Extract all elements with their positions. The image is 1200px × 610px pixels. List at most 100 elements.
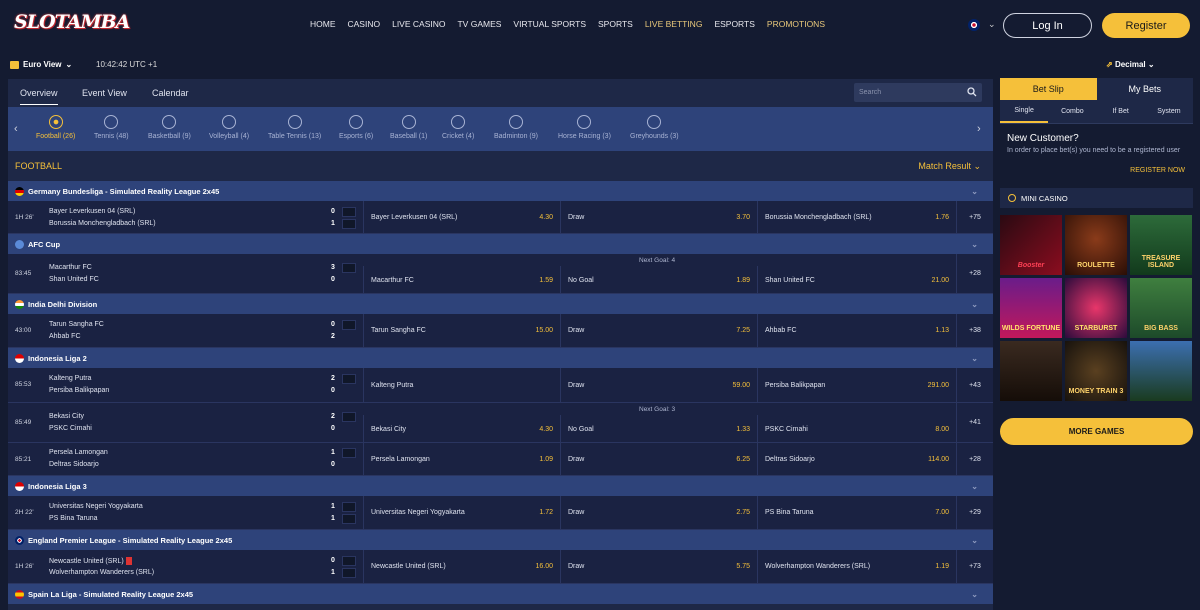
bet-type-system[interactable]: System: [1145, 100, 1193, 123]
odd-home[interactable]: Tarun Sangha FC 15.00: [363, 314, 560, 347]
league-header[interactable]: Germany Bundesliga - Simulated Reality L…: [8, 181, 993, 201]
nav-tv-games[interactable]: TV GAMES: [457, 19, 501, 29]
game-tile[interactable]: STARBURST: [1065, 278, 1127, 338]
odd-home[interactable]: Bayer Leverkusen 04 (SRL) 4.30: [363, 201, 560, 233]
bet-type-single[interactable]: Single: [1000, 100, 1049, 123]
odd-home[interactable]: Bekasi City 4.30: [363, 415, 560, 443]
league-header[interactable]: Spain La Liga - Simulated Reality League…: [8, 584, 993, 604]
odds-format-selector[interactable]: ⇗ Decimal ⌄: [1106, 60, 1155, 69]
odd-home[interactable]: Kalteng Putra: [363, 368, 560, 402]
bet-type-combo[interactable]: Combo: [1048, 100, 1096, 123]
bet-type-if-bet[interactable]: If Bet: [1097, 100, 1145, 123]
match-row[interactable]: 43:00 Tarun Sangha FC Ahbab FC 0 2 Tarun…: [8, 314, 993, 348]
more-markets-button[interactable]: +73: [956, 550, 993, 583]
pitch-icon[interactable]: [342, 374, 356, 384]
more-markets-button[interactable]: +28: [956, 254, 993, 293]
nav-sports[interactable]: SPORTS: [598, 19, 633, 29]
more-markets-button[interactable]: +75: [956, 201, 993, 233]
brand-logo[interactable]: SLOTAMBA: [14, 11, 130, 41]
odd-away[interactable]: Persiba Balikpapan 291.00: [757, 368, 956, 402]
uk-flag-icon[interactable]: [968, 19, 980, 31]
tab-my-bets[interactable]: My Bets: [1096, 78, 1193, 100]
sport-tennis[interactable]: Tennis (48): [94, 115, 129, 140]
pitch-icon[interactable]: [342, 448, 356, 458]
league-header[interactable]: AFC Cup ⌄: [8, 234, 993, 254]
game-tile[interactable]: WILDS FORTUNE: [1000, 278, 1062, 338]
league-header[interactable]: England Premier League - Simulated Reali…: [8, 530, 993, 550]
sport-basketball[interactable]: Basketball (9): [148, 115, 191, 140]
nav-casino[interactable]: CASINO: [348, 19, 381, 29]
sport-volleyball[interactable]: Volleyball (4): [209, 115, 249, 140]
odd-away[interactable]: Borussia Monchengladbach (SRL) 1.76: [757, 201, 956, 233]
more-markets-button[interactable]: +41: [956, 403, 993, 442]
odd-draw[interactable]: Draw 7.25: [560, 314, 757, 347]
match-row[interactable]: 1H 26' Newcastle United (SRL) Wolverhamp…: [8, 550, 993, 584]
odd-home[interactable]: Macarthur FC 1.59: [363, 266, 560, 294]
market-selector[interactable]: Match Result ⌄: [918, 161, 981, 172]
sport-esports[interactable]: Esports (6): [339, 115, 373, 140]
league-header[interactable]: India Delhi Division ⌄: [8, 294, 993, 314]
pitch-icon[interactable]: [342, 412, 356, 422]
match-row[interactable]: 85:21 Persela Lamongan Deltras Sidoarjo …: [8, 443, 993, 476]
sport-cricket[interactable]: Cricket (4): [442, 115, 474, 140]
nav-promotions[interactable]: PROMOTIONS: [767, 19, 825, 29]
odd-nogoal[interactable]: No Goal 1.33: [560, 415, 757, 443]
game-tile[interactable]: ROULETTE: [1065, 215, 1127, 275]
match-row[interactable]: 85:53 Kalteng Putra Persiba Balikpapan 2…: [8, 368, 993, 403]
sport-baseball[interactable]: Baseball (1): [390, 115, 427, 140]
nav-esports[interactable]: ESPORTS: [714, 19, 754, 29]
chevron-right-icon[interactable]: ›: [977, 123, 981, 135]
odd-draw[interactable]: Draw 3.70: [560, 201, 757, 233]
more-markets-button[interactable]: +29: [956, 496, 993, 529]
game-tile[interactable]: MONEY TRAIN 3: [1065, 341, 1127, 401]
euro-view-selector[interactable]: Euro View ⌄: [10, 60, 72, 69]
odd-draw[interactable]: Draw 59.00: [560, 368, 757, 402]
sport-greyhounds[interactable]: Greyhounds (3): [630, 115, 679, 140]
odd-away[interactable]: PS Bina Taruna 7.00: [757, 496, 956, 529]
tab-bet-slip[interactable]: Bet Slip: [1000, 78, 1097, 100]
search-input[interactable]: Search: [854, 83, 982, 102]
odd-home[interactable]: Persela Lamongan 1.09: [363, 443, 560, 475]
game-tile[interactable]: TREASURE ISLAND: [1130, 215, 1192, 275]
match-row[interactable]: 83:45 Macarthur FC Shan United FC 3 0 Ne…: [8, 254, 993, 294]
odd-draw[interactable]: Draw 5.75: [560, 550, 757, 583]
nav-live-betting[interactable]: LIVE BETTING: [645, 19, 703, 29]
chevron-down-icon[interactable]: ⌄: [988, 19, 996, 30]
pitch-icon[interactable]: [342, 320, 356, 330]
register-now-link[interactable]: REGISTER NOW: [1130, 167, 1185, 174]
odd-away[interactable]: Ahbab FC 1.13: [757, 314, 956, 347]
match-row[interactable]: 1H 26' Bayer Leverkusen 04 (SRL) Borussi…: [8, 201, 993, 234]
odd-draw[interactable]: Draw 2.75: [560, 496, 757, 529]
match-row[interactable]: 2H 22' Universitas Negeri Yogyakarta PS …: [8, 496, 993, 530]
league-header[interactable]: Indonesia Liga 3 ⌄: [8, 476, 993, 496]
sport-football[interactable]: Football (26): [36, 115, 75, 140]
odd-home[interactable]: Universitas Negeri Yogyakarta 1.72: [363, 496, 560, 529]
odd-home[interactable]: Newcastle United (SRL) 16.00: [363, 550, 560, 583]
chevron-left-icon[interactable]: ‹: [14, 123, 18, 135]
pitch-icon[interactable]: [342, 263, 356, 273]
more-markets-button[interactable]: +38: [956, 314, 993, 347]
game-tile[interactable]: [1000, 341, 1062, 401]
odd-away[interactable]: PSKC Cimahi 8.00: [757, 415, 956, 443]
odd-draw[interactable]: Draw 6.25: [560, 443, 757, 475]
more-markets-button[interactable]: +28: [956, 443, 993, 475]
more-games-button[interactable]: MORE GAMES: [1000, 418, 1193, 445]
game-tile[interactable]: BIG BASS: [1130, 278, 1192, 338]
login-button[interactable]: Log In: [1003, 13, 1092, 38]
nav-virtual-sports[interactable]: VIRTUAL SPORTS: [513, 19, 586, 29]
nav-live-casino[interactable]: LIVE CASINO: [392, 19, 445, 29]
sport-badminton[interactable]: Badminton (9): [494, 115, 538, 140]
sport-table-tennis[interactable]: Table Tennis (13): [268, 115, 321, 140]
odd-away[interactable]: Wolverhampton Wanderers (SRL) 1.19: [757, 550, 956, 583]
tab-calendar[interactable]: Calendar: [152, 88, 189, 98]
odd-away[interactable]: Shan United FC 21.00: [757, 266, 956, 294]
match-row[interactable]: 85:49 Bekasi City PSKC Cimahi 2 0 Next G…: [8, 403, 993, 443]
tab-overview[interactable]: Overview: [20, 88, 58, 105]
odd-away[interactable]: Deltras Sidoarjo 114.00: [757, 443, 956, 475]
game-tile[interactable]: Booster: [1000, 215, 1062, 275]
league-header[interactable]: Indonesia Liga 2 ⌄: [8, 348, 993, 368]
more-markets-button[interactable]: +43: [956, 368, 993, 402]
register-button[interactable]: Register: [1102, 13, 1190, 38]
nav-home[interactable]: HOME: [310, 19, 336, 29]
sport-horse-racing[interactable]: Horse Racing (3): [558, 115, 611, 140]
